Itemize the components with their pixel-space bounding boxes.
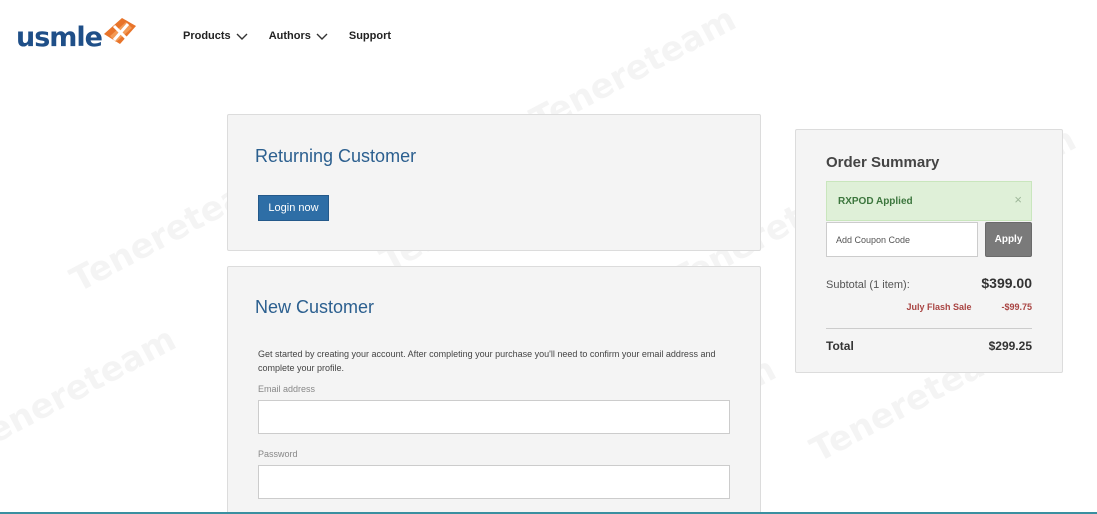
- close-icon[interactable]: ×: [1014, 192, 1022, 207]
- subtotal-row: Subtotal (1 item): $399.00: [826, 275, 1032, 291]
- nav-support[interactable]: Support: [349, 30, 391, 42]
- order-summary-panel: Order Summary RXPOD Applied × Apply Subt…: [795, 129, 1063, 373]
- password-label: Password: [258, 449, 298, 459]
- discount-label: July Flash Sale: [906, 302, 972, 312]
- nav-authors[interactable]: Authors: [269, 30, 329, 42]
- returning-customer-title: Returning Customer: [255, 146, 417, 166]
- nav-support-label: Support: [348, 30, 392, 42]
- nav-products-label: Products: [183, 30, 231, 42]
- chevron-down-icon: [316, 33, 328, 40]
- watermark: Tenereteam: [0, 319, 183, 461]
- total-row: Total $299.25: [826, 339, 1032, 353]
- new-customer-description: Get started by creating your account. Af…: [258, 349, 716, 373]
- order-summary-title: Order Summary: [826, 154, 940, 171]
- nav-authors-label: Authors: [268, 30, 311, 42]
- coupon-code-input[interactable]: [826, 222, 978, 257]
- summary-divider: [826, 328, 1032, 329]
- subtotal-label: Subtotal (1 item):: [826, 279, 910, 291]
- new-customer-title: New Customer: [255, 297, 375, 317]
- subtotal-value: $399.00: [981, 275, 1032, 291]
- login-now-button[interactable]: Login now: [258, 195, 329, 221]
- apply-coupon-button[interactable]: Apply: [985, 222, 1032, 257]
- logo-text: usmle: [16, 22, 103, 53]
- new-customer-panel: New Customer Get started by creating you…: [227, 266, 761, 514]
- chevron-down-icon: [236, 33, 248, 40]
- discount-row: July Flash Sale -$99.75: [826, 302, 1032, 312]
- main-nav: Products Authors Support: [183, 30, 391, 42]
- total-label: Total: [826, 339, 854, 353]
- total-value: $299.25: [988, 339, 1032, 353]
- returning-customer-panel: Returning Customer Login now: [227, 114, 761, 251]
- email-field[interactable]: [258, 400, 730, 434]
- logo-mark-icon: [104, 18, 136, 44]
- email-label: Email address: [258, 384, 316, 394]
- discount-value: -$99.75: [1001, 302, 1032, 312]
- password-field[interactable]: [258, 465, 730, 499]
- coupon-applied-text: RXPOD Applied: [838, 196, 913, 207]
- nav-products[interactable]: Products: [183, 30, 249, 42]
- site-logo[interactable]: usmle: [16, 14, 140, 58]
- coupon-applied-alert: RXPOD Applied ×: [826, 181, 1032, 221]
